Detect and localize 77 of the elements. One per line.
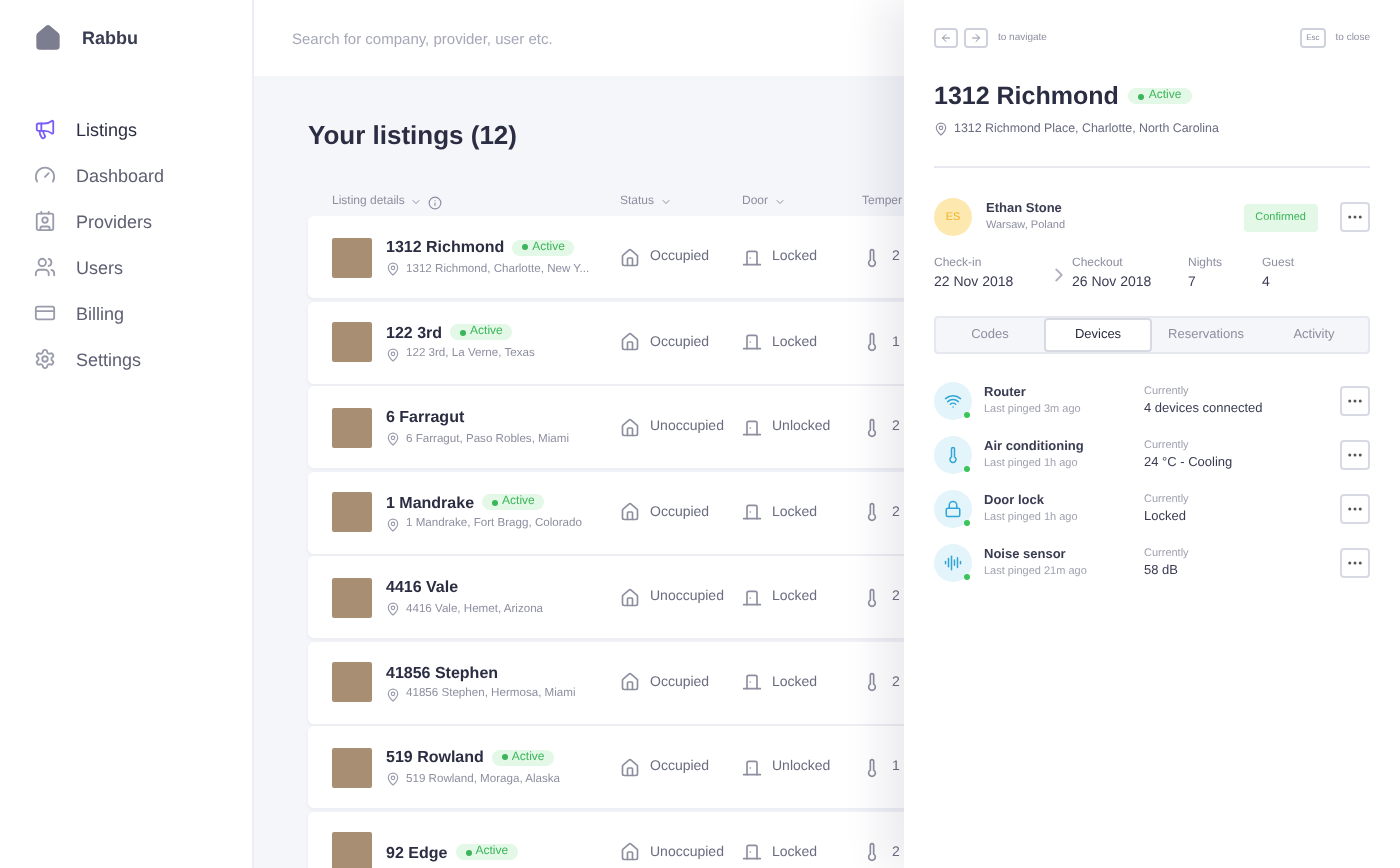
photo-placeholder	[332, 237, 372, 277]
house-icon	[620, 587, 640, 607]
sidebar-item[interactable]: Providers	[34, 198, 252, 244]
pin-icon	[386, 687, 400, 701]
door-icon	[742, 842, 762, 862]
contact-card-icon	[34, 210, 56, 232]
listing-name: 1312 Richmond	[386, 238, 505, 256]
thermometer-icon	[862, 332, 882, 352]
more-button[interactable]	[1340, 494, 1370, 524]
door-icon	[742, 332, 762, 352]
pin-icon	[386, 262, 400, 276]
house-icon	[620, 417, 640, 437]
card-icon	[34, 302, 56, 324]
house-icon	[620, 332, 640, 352]
photo-placeholder	[332, 492, 372, 532]
right-key[interactable]	[964, 27, 988, 47]
sort-caret-icon	[774, 196, 787, 208]
door-icon	[742, 502, 762, 522]
users-icon	[34, 256, 56, 278]
listing-name: 6 Farragut	[386, 408, 465, 426]
photo-placeholder	[332, 832, 372, 868]
house-icon	[620, 842, 640, 862]
settings-icon	[34, 348, 56, 370]
door-icon	[742, 247, 762, 267]
house-icon	[620, 247, 640, 267]
listing-name: 122 3rd	[386, 323, 443, 341]
photo-placeholder	[332, 407, 372, 447]
house-icon	[620, 672, 640, 692]
listing-name: 41856 Stephen	[386, 663, 499, 681]
left-key[interactable]	[934, 27, 958, 47]
thermometer-icon	[862, 672, 882, 692]
arrow-right-icon	[970, 31, 982, 43]
arrow-left-icon	[940, 31, 952, 43]
thermometer-icon	[862, 247, 882, 267]
photo-placeholder	[332, 662, 372, 702]
info-icon	[428, 195, 443, 209]
pin-icon	[386, 517, 400, 531]
door-icon	[742, 757, 762, 777]
megaphone-icon	[34, 118, 56, 140]
sort-caret-icon	[410, 196, 423, 208]
page-title: Your listings (12)	[308, 120, 519, 150]
photo-placeholder	[332, 577, 372, 617]
sidebar-item[interactable]: Users	[34, 244, 252, 290]
listing-name: 1 Mandrake	[386, 493, 475, 511]
door-icon	[742, 587, 762, 607]
house-icon	[620, 502, 640, 522]
pin-icon	[386, 602, 400, 616]
more-button[interactable]	[1340, 440, 1370, 470]
photo-placeholder	[332, 747, 372, 787]
more-button[interactable]	[1340, 548, 1370, 578]
thermometer-icon	[862, 757, 882, 777]
pin-icon	[934, 122, 948, 136]
listing-name: 4416 Vale	[386, 578, 459, 596]
thermometer-icon	[862, 417, 882, 437]
sort-caret-icon	[660, 196, 673, 208]
more-button[interactable]	[1340, 202, 1370, 232]
listing-name: 519 Rowland	[386, 748, 484, 766]
sidebar-item[interactable]: Dashboard	[34, 152, 252, 198]
sidebar-item[interactable]: Listings	[34, 106, 252, 152]
thermometer-icon	[862, 502, 882, 522]
listing-title: 1312 Richmond	[934, 82, 1119, 110]
gauge-icon	[34, 164, 56, 186]
door-icon	[742, 417, 762, 437]
pin-icon	[386, 772, 400, 786]
door-icon	[742, 672, 762, 692]
thermometer-icon	[862, 587, 882, 607]
house-logo-icon	[34, 24, 62, 52]
photo-placeholder	[332, 322, 372, 362]
pin-icon	[386, 347, 400, 361]
more-button[interactable]	[1340, 386, 1370, 416]
listing-name: 92 Edge	[386, 843, 448, 861]
sidebar-item[interactable]: Settings	[34, 336, 252, 382]
brand-name: Rabbu	[82, 28, 138, 48]
house-icon	[620, 757, 640, 777]
pin-icon	[386, 432, 400, 446]
thermometer-icon	[862, 842, 882, 862]
sidebar-item[interactable]: Billing	[34, 290, 252, 336]
